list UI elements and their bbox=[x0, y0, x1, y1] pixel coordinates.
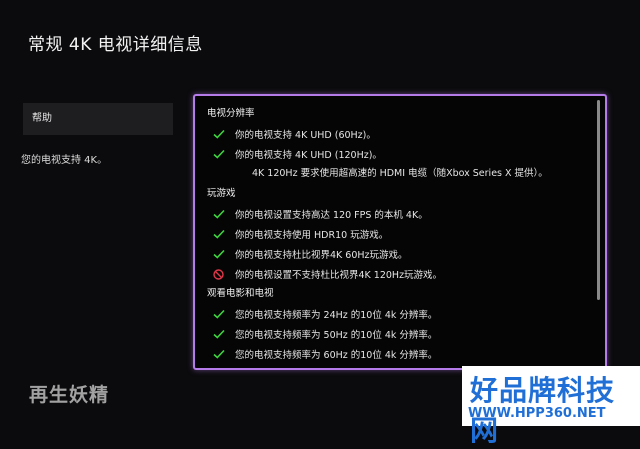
list-item: 你的电视设置不支持杜比视界4K 120Hz玩游戏。 bbox=[207, 264, 605, 284]
checkmark-icon bbox=[207, 129, 231, 139]
list-item-text: 你的电视支持 HDR10 视频 bbox=[235, 367, 350, 368]
checkmark-icon bbox=[207, 329, 231, 339]
tv-details-panel[interactable]: 电视分辨率你的电视支持 4K UHD (60Hz)。 你的电视支持 4K UHD … bbox=[193, 94, 607, 370]
section-1: 玩游戏你的电视设置支持高达 120 FPS 的本机 4K。 你的电视支持使用 HD… bbox=[207, 187, 605, 284]
panel-scrollbar[interactable] bbox=[597, 100, 600, 300]
checkmark-icon bbox=[207, 309, 231, 319]
checkmark-icon bbox=[207, 369, 231, 370]
checkmark-icon bbox=[207, 229, 231, 239]
section-2: 观看电影和电视您的电视支持频率为 24Hz 的10位 4k 分辨率。 您的电视支持… bbox=[207, 287, 605, 370]
section-title: 玩游戏 bbox=[207, 188, 236, 199]
checkmark-icon bbox=[207, 209, 231, 219]
section-title: 观看电影和电视 bbox=[207, 288, 274, 299]
note-text: 4K 120Hz 要求使用超高速的 HDMI 电缆（随Xbox Series X… bbox=[252, 168, 548, 179]
list-item-text: 你的电视支持 4K UHD (60Hz)。 bbox=[235, 130, 376, 141]
blocked-icon bbox=[207, 268, 231, 280]
checkmark-icon bbox=[207, 249, 231, 259]
list-item-text: 您的电视支持频率为 24Hz 的10位 4k 分辨率。 bbox=[235, 310, 438, 321]
list-item-text: 你的电视支持使用 HDR10 玩游戏。 bbox=[235, 230, 389, 241]
checkmark-icon bbox=[207, 349, 231, 359]
tv-support-description: 您的电视支持 4K。 bbox=[21, 155, 108, 166]
watermark-logo: 好品牌科技网 WWW.HPP360.NET bbox=[462, 366, 640, 447]
list-item: 你的电视支持杜比视界4K 60Hz玩游戏。 bbox=[207, 244, 605, 264]
list-item: 您的电视支持频率为 60Hz 的10位 4k 分辨率。 bbox=[207, 344, 605, 364]
list-item-text: 你的电视支持杜比视界4K 60Hz玩游戏。 bbox=[235, 250, 408, 261]
section-title: 电视分辨率 bbox=[207, 108, 255, 119]
details-sections: 电视分辨率你的电视支持 4K UHD (60Hz)。 你的电视支持 4K UHD … bbox=[207, 107, 605, 370]
list-item: 你的电视支持 4K UHD (60Hz)。 bbox=[207, 124, 605, 144]
list-item-text: 你的电视支持 4K UHD (120Hz)。 bbox=[235, 150, 382, 161]
list-item: 您的电视支持频率为 50Hz 的10位 4k 分辨率。 bbox=[207, 324, 605, 344]
section-0: 电视分辨率你的电视支持 4K UHD (60Hz)。 你的电视支持 4K UHD … bbox=[207, 107, 605, 184]
list-item-text: 您的电视支持频率为 60Hz 的10位 4k 分辨率。 bbox=[235, 350, 438, 361]
list-item: 你的电视支持使用 HDR10 玩游戏。 bbox=[207, 224, 605, 244]
list-item: 你的电视支持 4K UHD (120Hz)。 bbox=[207, 144, 605, 164]
checkmark-icon bbox=[207, 149, 231, 159]
list-item: 您的电视支持频率为 24Hz 的10位 4k 分辨率。 bbox=[207, 304, 605, 324]
watermark-url: WWW.HPP360.NET bbox=[468, 406, 606, 421]
list-item-text: 您的电视支持频率为 50Hz 的10位 4k 分辨率。 bbox=[235, 330, 438, 341]
list-item-text: 你的电视设置支持高达 120 FPS 的本机 4K。 bbox=[235, 210, 428, 221]
page-title: 常规 4K 电视详细信息 bbox=[28, 35, 203, 55]
list-item: 你的电视设置支持高达 120 FPS 的本机 4K。 bbox=[207, 204, 605, 224]
watermark-left: 再生妖精 bbox=[29, 384, 110, 406]
list-item-text: 你的电视设置不支持杜比视界4K 120Hz玩游戏。 bbox=[235, 270, 443, 281]
help-button[interactable]: 帮助 bbox=[23, 103, 173, 135]
